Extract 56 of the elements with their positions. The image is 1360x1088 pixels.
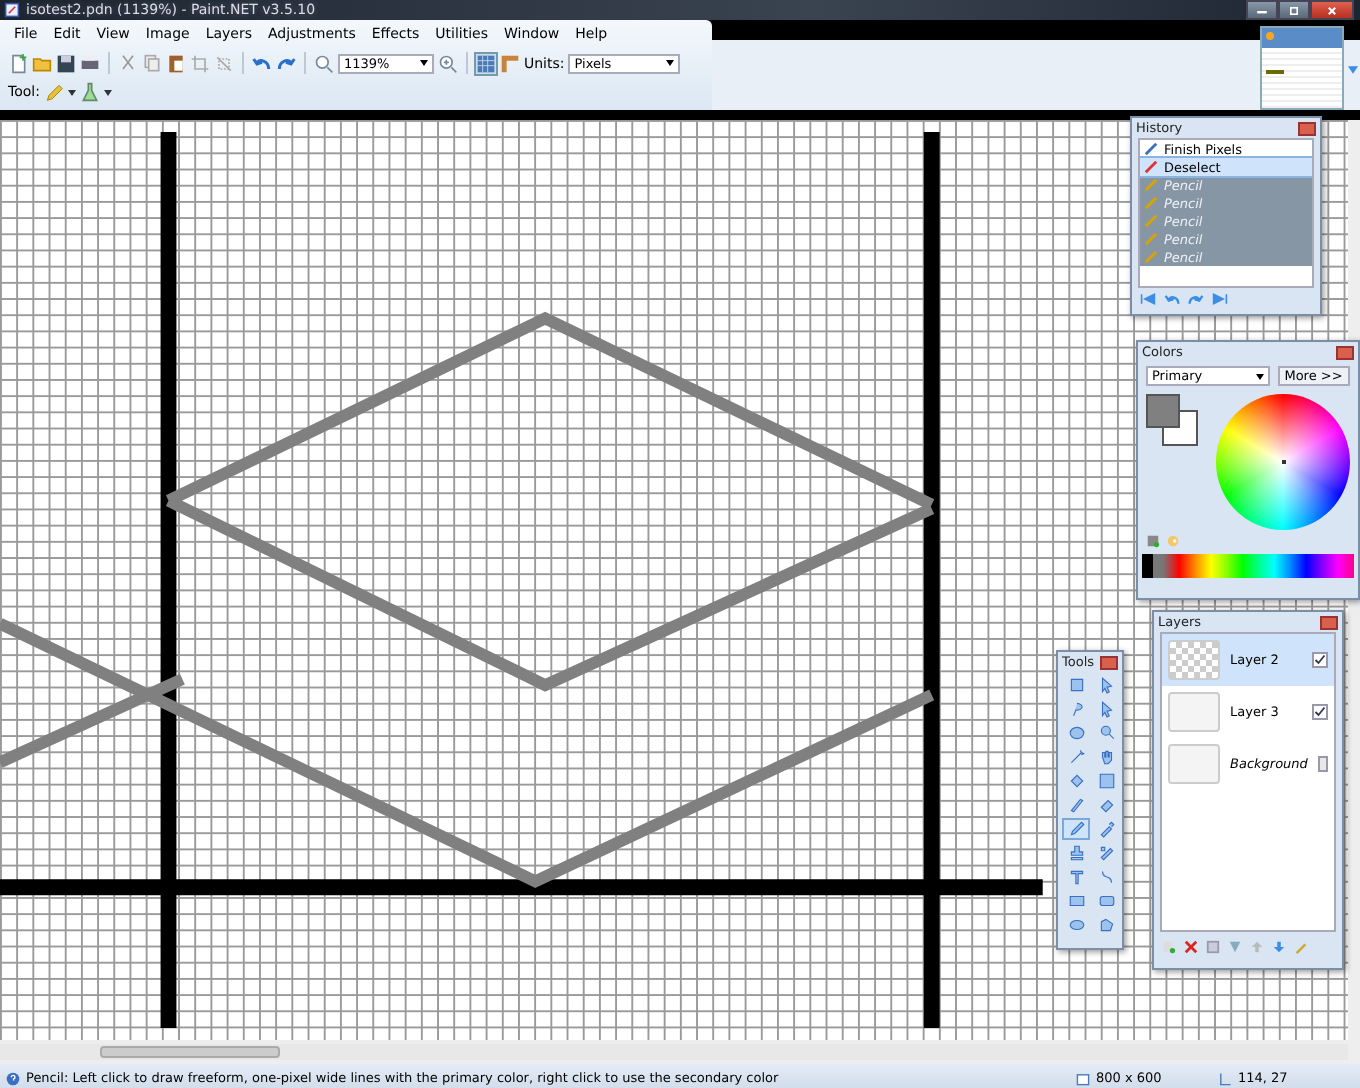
tool-icon <box>1067 748 1085 766</box>
tool-icon <box>1067 844 1085 862</box>
maximize-icon <box>1286 5 1302 15</box>
tool-icon <box>1097 844 1115 862</box>
cursor-position-icon <box>1218 1071 1232 1085</box>
deselect-icon[interactable] <box>214 53 234 73</box>
add-color-icon[interactable] <box>1146 534 1160 548</box>
merge-down-icon[interactable] <box>1228 940 1242 954</box>
print-icon[interactable] <box>80 53 100 73</box>
first-step-icon[interactable] <box>1140 292 1156 306</box>
maximize-button[interactable] <box>1278 0 1310 20</box>
primary-color-swatch[interactable] <box>1146 394 1180 428</box>
redo-icon[interactable] <box>276 53 296 73</box>
visibility-checkbox[interactable] <box>1312 704 1328 720</box>
image-size-icon <box>1076 1071 1090 1085</box>
caret-icon[interactable] <box>67 89 76 95</box>
undo-icon[interactable] <box>1164 292 1180 306</box>
close-button[interactable] <box>1310 0 1354 20</box>
close-button[interactable] <box>1320 615 1338 629</box>
ruler-icon[interactable] <box>500 53 520 73</box>
help-icon <box>6 1071 20 1085</box>
tool-icon <box>1097 820 1115 838</box>
undo-icon[interactable] <box>252 53 272 73</box>
close-icon <box>1324 5 1340 15</box>
tool-button[interactable] <box>1062 818 1090 840</box>
redo-icon[interactable] <box>1188 292 1204 306</box>
save-icon[interactable] <box>56 53 76 73</box>
horizontal-scrollbar[interactable] <box>0 1044 1348 1060</box>
new-file-icon[interactable] <box>8 53 28 73</box>
image-thumbnail[interactable] <box>1260 26 1344 110</box>
layer-thumbnail <box>1168 640 1220 680</box>
duplicate-layer-icon[interactable] <box>1206 940 1220 954</box>
visibility-checkbox[interactable] <box>1312 652 1328 668</box>
grid-icon[interactable] <box>476 53 496 73</box>
layer-thumbnail <box>1168 744 1220 784</box>
move-down-icon[interactable] <box>1272 940 1286 954</box>
minimize-button[interactable] <box>1246 0 1278 20</box>
last-step-icon[interactable] <box>1212 292 1228 306</box>
visibility-checkbox[interactable] <box>1317 756 1328 772</box>
zoom-in-icon[interactable] <box>438 53 458 73</box>
color-palette[interactable] <box>1142 554 1354 578</box>
zoom-out-icon[interactable] <box>314 53 334 73</box>
minimize-icon <box>1254 5 1270 15</box>
tool-icon <box>1097 748 1115 766</box>
add-layer-icon[interactable] <box>1162 940 1176 954</box>
app-icon <box>4 2 20 18</box>
tool-icon <box>1097 724 1115 742</box>
delete-icon[interactable] <box>1184 940 1198 954</box>
close-button[interactable] <box>1336 345 1354 359</box>
layer-thumbnail <box>1168 692 1220 732</box>
close-button[interactable] <box>1298 121 1316 135</box>
cut-icon[interactable] <box>118 53 138 73</box>
close-button[interactable] <box>1100 655 1118 669</box>
paste-icon[interactable] <box>166 53 186 73</box>
caret-icon[interactable] <box>103 89 112 95</box>
copy-icon[interactable] <box>142 53 162 73</box>
